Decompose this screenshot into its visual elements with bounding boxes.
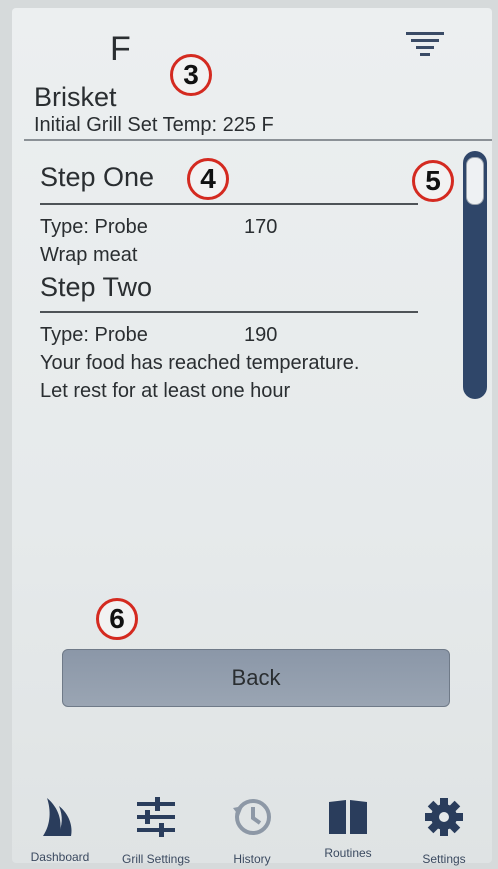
annotation-badge-3: 3 [170,54,212,96]
nav-label-settings: Settings [422,852,466,866]
scrollbar[interactable] [463,151,487,399]
annotation-badge-6: 6 [96,598,138,640]
temperature-unit: F [110,30,131,68]
step-two-temp: 190 [244,324,278,346]
menu-icon[interactable] [406,32,444,58]
scrollbar-thumb[interactable] [466,157,484,205]
bottom-nav: Dashboard Grill Settings History Routine… [12,788,492,866]
header-divider [24,139,492,141]
step-one-type: Type: Probe [40,216,148,238]
history-icon [233,799,271,835]
book-icon [329,800,367,834]
back-button[interactable]: Back [62,649,450,707]
gear-icon [425,798,463,836]
step-two-title: Step Two [40,272,153,302]
initial-grill-set-temp: Initial Grill Set Temp: 225 F [34,114,274,136]
step-two-divider [40,311,418,313]
recipe-name: Brisket [34,82,117,112]
step-two-note-2: Let rest for at least one hour [40,380,291,402]
annotation-badge-4: 4 [187,158,229,200]
step-one-title: Step One [40,162,155,192]
nav-dashboard[interactable]: Dashboard [12,788,108,864]
sail-icon [43,798,72,836]
screen: F 3 Brisket Initial Grill Set Temp: 225 … [12,8,492,866]
nav-history[interactable]: History [204,788,300,866]
step-one-temp: 170 [244,216,278,238]
nav-label-routines: Routines [324,846,372,860]
nav-grill-settings[interactable]: Grill Settings [108,788,204,866]
step-two-type: Type: Probe [40,324,148,346]
sliders-icon [137,797,175,837]
step-one-note: Wrap meat [40,244,138,266]
step-one-divider [40,203,418,205]
nav-label-grill-settings: Grill Settings [121,852,191,866]
nav-label-dashboard: Dashboard [30,850,90,864]
annotation-badge-5: 5 [412,160,454,202]
nav-routines[interactable]: Routines [300,788,396,863]
nav-label-history: History [233,852,271,866]
step-two-note-1: Your food has reached temperature. [40,352,360,374]
nav-settings[interactable]: Settings [396,788,492,866]
